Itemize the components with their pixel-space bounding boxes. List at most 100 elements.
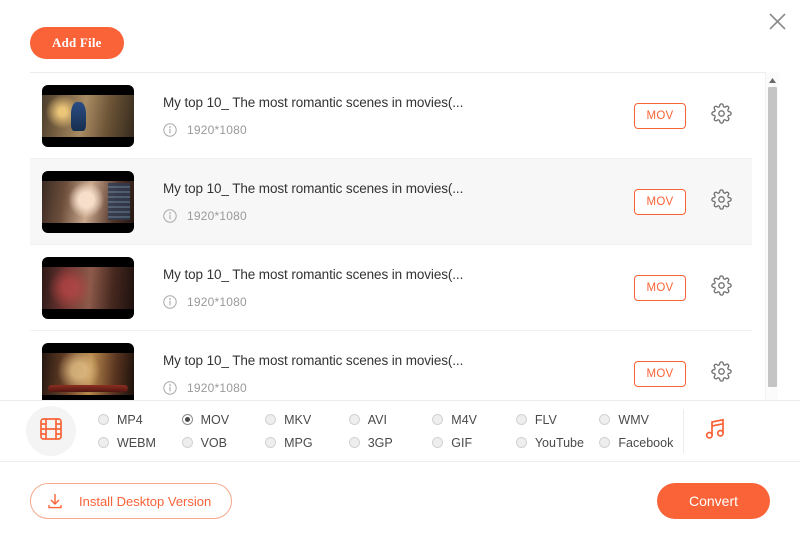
format-option-label: MKV <box>284 412 312 427</box>
format-selector-bar: MP4 MOV MKV AVI M4V FLV WMV WEBM VOB MPG… <box>0 400 800 462</box>
format-option-m4v[interactable]: M4V <box>432 408 516 431</box>
file-info: My top 10_ The most romantic scenes in m… <box>134 267 634 309</box>
install-button-label: Install Desktop Version <box>79 493 212 509</box>
table-row[interactable]: My top 10_ The most romantic scenes in m… <box>30 245 752 331</box>
file-info: My top 10_ The most romantic scenes in m… <box>134 353 634 395</box>
gear-icon <box>710 188 732 215</box>
format-badge[interactable]: MOV <box>634 188 686 215</box>
radio-icon <box>348 414 360 425</box>
table-row[interactable]: My top 10_ The most romantic scenes in m… <box>30 73 752 159</box>
download-icon <box>45 491 65 511</box>
info-icon <box>163 208 177 223</box>
add-file-area: Add File <box>30 27 124 59</box>
format-option-wmv[interactable]: WMV <box>599 408 683 431</box>
format-option-gif[interactable]: GIF <box>432 431 516 454</box>
gear-icon <box>710 360 732 387</box>
video-thumbnail[interactable] <box>42 170 134 233</box>
format-option-vob[interactable]: VOB <box>181 431 266 454</box>
format-option-flv[interactable]: FLV <box>515 408 600 431</box>
scrollbar-thumb[interactable] <box>768 87 777 387</box>
video-thumbnail[interactable] <box>42 256 134 319</box>
list-scrollbar[interactable] <box>765 72 779 400</box>
format-option-label: 3GP <box>367 435 393 450</box>
film-strip-icon <box>38 416 64 447</box>
radio-icon <box>98 414 109 425</box>
table-row[interactable]: My top 10_ The most romantic scenes in m… <box>30 331 752 400</box>
settings-button[interactable] <box>704 357 738 391</box>
radio-icon <box>265 414 277 425</box>
format-badge[interactable]: MOV <box>634 360 686 387</box>
radio-icon <box>265 437 277 448</box>
file-list: My top 10_ The most romantic scenes in m… <box>30 72 770 400</box>
format-option-facebook[interactable]: Facebook <box>599 431 683 454</box>
video-format-button[interactable] <box>26 406 76 456</box>
video-thumbnail[interactable] <box>42 84 134 147</box>
file-info: My top 10_ The most romantic scenes in m… <box>134 181 634 223</box>
format-option-label: WEBM <box>117 435 156 450</box>
format-option-mov[interactable]: MOV <box>181 408 266 431</box>
info-icon <box>163 380 177 395</box>
file-resolution: 1920*1080 <box>187 208 247 223</box>
footer-bar: Install Desktop Version Convert <box>0 462 800 543</box>
radio-icon <box>432 437 444 448</box>
file-list-inner: My top 10_ The most romantic scenes in m… <box>30 73 752 400</box>
convert-button[interactable]: Convert <box>657 483 770 519</box>
file-title: My top 10_ The most romantic scenes in m… <box>163 352 464 368</box>
format-badge[interactable]: MOV <box>634 102 686 129</box>
format-option-label: MP4 <box>117 412 143 427</box>
format-option-label: YouTube <box>534 435 584 450</box>
add-file-button[interactable]: Add File <box>30 27 124 59</box>
gear-icon <box>710 102 732 129</box>
format-option-label: WMV <box>618 412 649 427</box>
format-option-mp4[interactable]: MP4 <box>98 408 182 431</box>
format-option-webm[interactable]: WEBM <box>98 431 182 454</box>
music-note-icon <box>701 415 729 448</box>
file-meta: 1920*1080 <box>163 209 634 223</box>
radio-icon <box>181 437 193 448</box>
gear-icon <box>710 274 732 301</box>
file-resolution: 1920*1080 <box>187 380 247 395</box>
format-option-mkv[interactable]: MKV <box>265 408 349 431</box>
format-options-grid: MP4 MOV MKV AVI M4V FLV WMV WEBM VOB MPG… <box>98 408 683 454</box>
format-option-label: FLV <box>534 412 557 427</box>
file-title: My top 10_ The most romantic scenes in m… <box>163 94 464 110</box>
close-icon <box>768 12 787 31</box>
format-option-label: VOB <box>200 435 227 450</box>
info-icon <box>163 122 177 137</box>
file-title: My top 10_ The most romantic scenes in m… <box>163 180 464 196</box>
radio-icon <box>98 437 109 448</box>
audio-format-button[interactable] <box>684 415 746 448</box>
settings-button[interactable] <box>704 271 738 305</box>
radio-icon <box>515 414 527 425</box>
format-option-youtube[interactable]: YouTube <box>515 431 600 454</box>
close-button[interactable] <box>762 6 792 36</box>
file-title: My top 10_ The most romantic scenes in m… <box>163 266 464 282</box>
table-row[interactable]: My top 10_ The most romantic scenes in m… <box>30 159 752 245</box>
format-option-label: Facebook <box>618 435 674 450</box>
scroll-up-button[interactable] <box>766 72 779 85</box>
format-option-avi[interactable]: AVI <box>348 408 433 431</box>
format-option-label: GIF <box>451 435 473 450</box>
format-option-label: AVI <box>367 412 387 427</box>
radio-icon <box>181 414 193 425</box>
radio-icon <box>599 437 611 448</box>
file-meta: 1920*1080 <box>163 381 634 395</box>
file-resolution: 1920*1080 <box>187 294 247 309</box>
format-option-3gp[interactable]: 3GP <box>348 431 433 454</box>
format-option-label: MOV <box>200 412 230 427</box>
file-info: My top 10_ The most romantic scenes in m… <box>134 95 634 137</box>
format-option-label: MPG <box>284 435 313 450</box>
settings-button[interactable] <box>704 99 738 133</box>
file-meta: 1920*1080 <box>163 295 634 309</box>
file-resolution: 1920*1080 <box>187 122 247 137</box>
radio-icon <box>515 437 527 448</box>
format-badge[interactable]: MOV <box>634 274 686 301</box>
format-option-mpg[interactable]: MPG <box>265 431 349 454</box>
settings-button[interactable] <box>704 185 738 219</box>
radio-icon <box>599 414 611 425</box>
converter-window: Add File My top 10_ The most romantic sc… <box>0 0 800 543</box>
format-option-label: M4V <box>451 412 477 427</box>
video-thumbnail[interactable] <box>42 342 134 400</box>
file-meta: 1920*1080 <box>163 123 634 137</box>
install-desktop-version-button[interactable]: Install Desktop Version <box>30 483 233 519</box>
